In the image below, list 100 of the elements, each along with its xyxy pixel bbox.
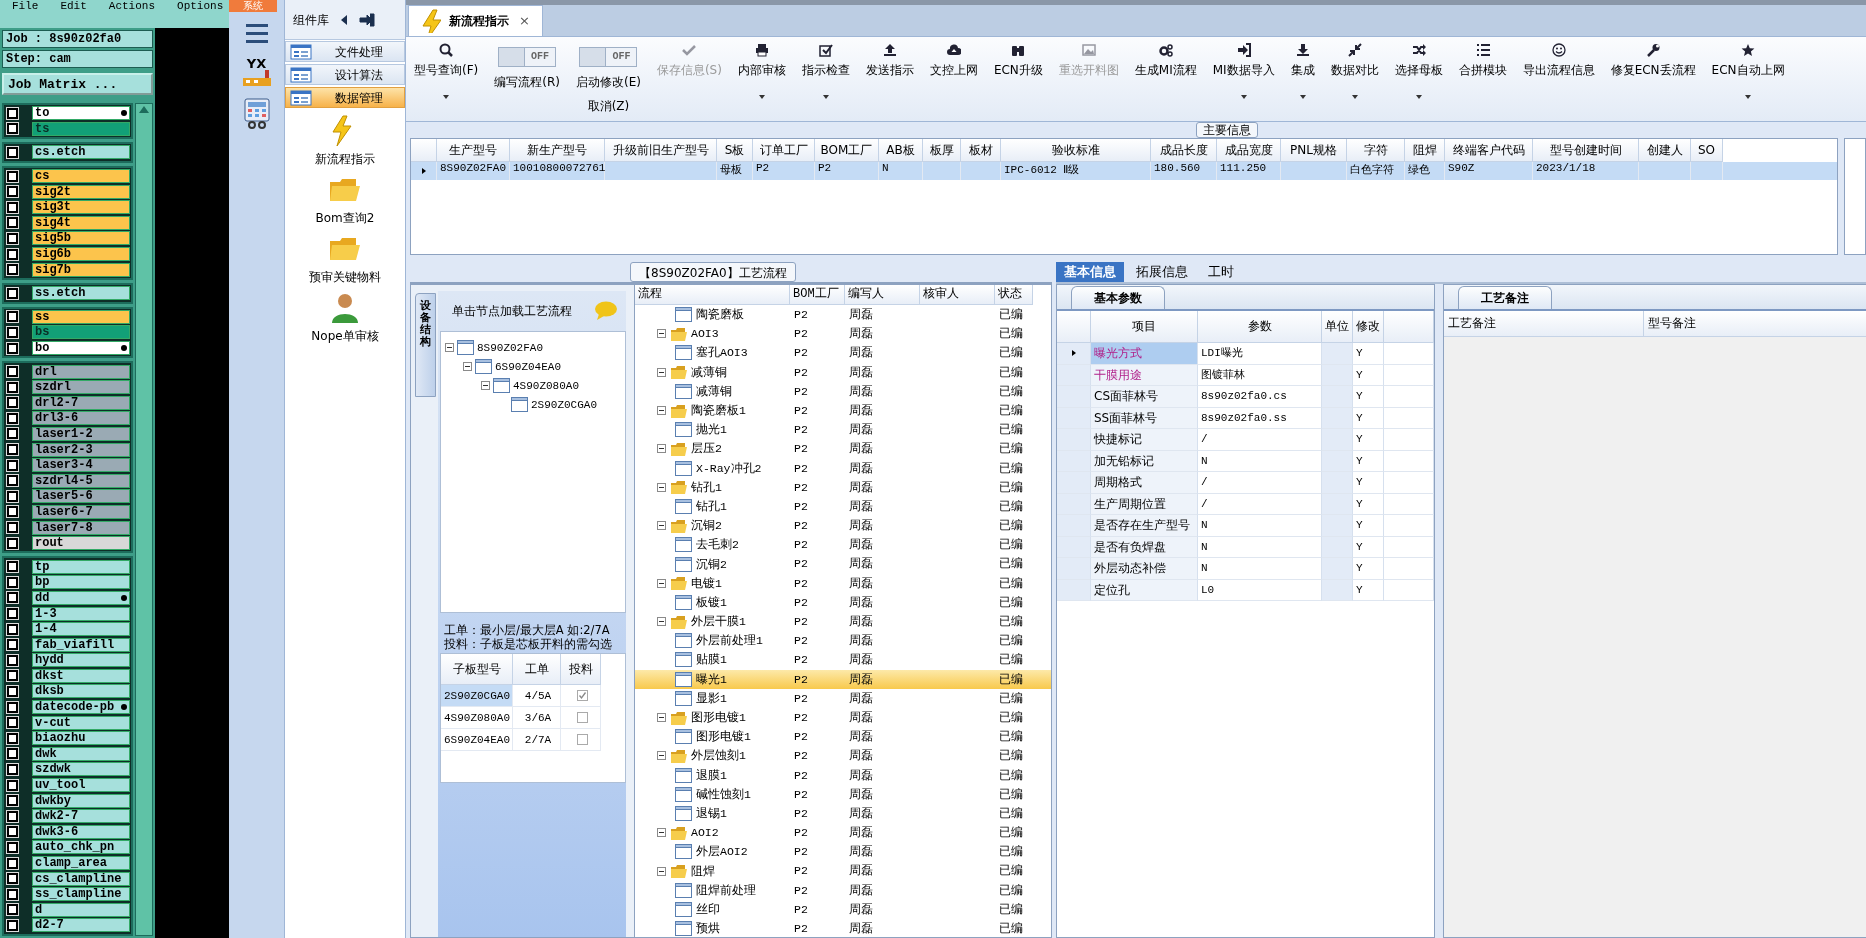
layer-name[interactable]: clamp_area [32,856,130,870]
column-header[interactable]: 成品宽度 [1217,139,1281,162]
layer-checkbox[interactable] [7,748,18,760]
grid-row[interactable]: 沉铜2 P2 周磊 已编 [635,516,1051,536]
layer-checkbox[interactable] [7,397,18,409]
layer-checkbox[interactable] [7,763,18,775]
column-header[interactable]: BOM工厂 [790,285,845,305]
tab[interactable]: 基本信息 [1056,262,1124,282]
layer-name[interactable]: szdrl [32,380,130,395]
toolbar-button[interactable]: 数据对比 [1328,41,1381,117]
layer-name[interactable]: v-cut [32,715,130,730]
tree-node[interactable]: 2S90Z0CGA0 [531,398,597,411]
layer-checkbox[interactable] [7,217,18,229]
grid-row[interactable]: 外层蚀刻1 P2 周磊 已编 [635,746,1051,766]
table-cell[interactable]: 4S90Z080A0 [441,707,513,729]
layer-name[interactable]: rout [32,536,130,551]
category-item[interactable]: 文件处理 [285,41,405,62]
layer-name[interactable]: ss.etch [32,286,130,301]
selected-cell[interactable]: 2S90Z0CGA0 [441,685,513,707]
collapse-icon[interactable] [657,521,666,531]
checkbox[interactable] [576,690,588,701]
collapse-icon[interactable] [657,482,666,492]
menu-item[interactable]: Options [177,0,224,12]
layer-checkbox[interactable] [7,608,18,619]
grid-row[interactable]: 沉铜2 P2 周磊 已编 [635,554,1051,574]
table-row[interactable]: 8S90Z02FA0 10010800072761 母板 P2 P2 N IPC-6012 Ⅱ级 180.560 111.250 白色字符 绿色 S90Z 2023/1/18 [411,162,1837,180]
tool-label[interactable]: 新流程指示 [315,150,375,168]
scroll-up-icon[interactable] [138,104,150,114]
layer-checkbox[interactable] [7,537,18,549]
layer-checkbox[interactable] [7,232,18,244]
grid-row[interactable]: AOI3 P2 周磊 已编 [635,324,1051,344]
column-header[interactable]: 编写人 [845,285,920,305]
grid-row[interactable]: 图形电镀1 P2 周磊 已编 [635,727,1051,747]
layer-checkbox[interactable] [7,576,18,588]
layer-name[interactable]: laser1-2 [32,427,130,441]
tab[interactable]: 工时 [1200,262,1242,282]
column-header[interactable]: 验收标准 [1001,139,1151,162]
collapse-icon[interactable] [339,13,349,26]
layer-checkbox[interactable] [7,522,18,534]
column-header[interactable]: 参数 [1198,311,1322,343]
table-cell[interactable]: 周期格式 [1091,472,1198,494]
layer-checkbox[interactable] [7,381,18,393]
toolbar-button[interactable]: 生成MI流程 [1132,41,1199,117]
toolbar-button[interactable]: 内部审核 [735,41,788,117]
column-header[interactable]: 生产型号 [437,139,510,162]
layer-name[interactable]: d2-7 [32,918,130,933]
table-cell[interactable]: 快捷标记 [1091,429,1198,451]
layer-checkbox[interactable] [7,623,18,635]
layer-name[interactable]: ss [32,309,130,324]
toolbar-button[interactable]: 导出流程信息 [1520,41,1597,117]
grid-row[interactable]: 板镀1 P2 周磊 已编 [635,592,1051,612]
table-cell[interactable]: SS面菲林号 [1091,407,1198,429]
grid-row[interactable]: 塞孔AOI3 P2 周磊 已编 [635,343,1051,363]
column-header[interactable]: 型号创建时间 [1533,139,1639,162]
layer-name[interactable]: d [32,902,130,917]
grid-row[interactable]: 丝印 P2 周磊 已编 [635,899,1051,919]
column-header[interactable]: S板 [717,139,753,162]
collapse-icon[interactable] [657,828,666,838]
grid-row[interactable]: 退膜1 P2 周磊 已编 [635,765,1051,785]
close-button[interactable]: × [517,11,532,31]
tab[interactable]: 拓展信息 [1128,262,1196,282]
collapse-icon[interactable] [657,866,666,876]
layer-name[interactable]: drl [32,364,130,379]
grid-row[interactable]: 退锡1 P2 周磊 已编 [635,803,1051,824]
layer-checkbox[interactable] [7,366,18,378]
column-header[interactable]: 流程 [635,285,790,305]
person-icon[interactable] [329,292,361,324]
table-cell[interactable]: 加无铅标记 [1091,450,1198,472]
layer-checkbox[interactable] [7,873,18,885]
collapse-icon[interactable] [657,578,666,588]
toolbar-button[interactable]: 指示检查 [799,41,852,117]
table-cell[interactable]: 外层动态补偿 [1091,558,1198,580]
column-header[interactable]: 升级前旧生产型号 [605,139,717,162]
layer-checkbox[interactable] [7,444,18,456]
toolbar-button[interactable]: 修复ECN丢流程 [1608,41,1698,117]
collapse-icon[interactable] [481,381,490,390]
toolbar-button[interactable]: ECN升级 [991,41,1045,117]
column-header[interactable]: SO [1691,139,1723,162]
layer-name[interactable]: 1-3 [32,606,130,621]
toolbar-button[interactable]: 合拼模块 [1456,41,1509,117]
layer-name[interactable]: drl2-7 [32,395,130,410]
layer-name[interactable]: bs [32,325,130,340]
menu-item[interactable]: File [12,0,39,12]
toolbar-label[interactable]: 编写流程(R) [494,73,560,91]
tree-node[interactable]: 4S90Z080A0 [513,379,579,392]
panel-tab[interactable]: 工艺备注 [1458,286,1552,309]
toggle-switch[interactable]: OFF [498,47,557,67]
column-header[interactable]: 新生产型号 [510,139,605,162]
layer-name[interactable]: 1-4 [32,622,130,637]
tree-node[interactable]: 6S90Z04EA0 [495,360,561,373]
document-tab[interactable]: 新流程指示 × [408,5,543,36]
layer-name[interactable]: cs.etch [32,145,130,160]
layer-name[interactable]: ts [32,121,130,136]
collapse-icon[interactable] [657,329,666,339]
grid-row[interactable]: 外层AOI2 P2 周磊 已编 [635,842,1051,862]
column-header[interactable]: 板厚 [923,139,961,162]
toolbar-button[interactable]: MI数据导入 [1210,41,1277,117]
side-tab[interactable]: 设备结构 [415,293,436,397]
collapse-icon[interactable] [657,751,666,761]
toolbar-label[interactable]: 启动修改(E) [575,73,641,91]
